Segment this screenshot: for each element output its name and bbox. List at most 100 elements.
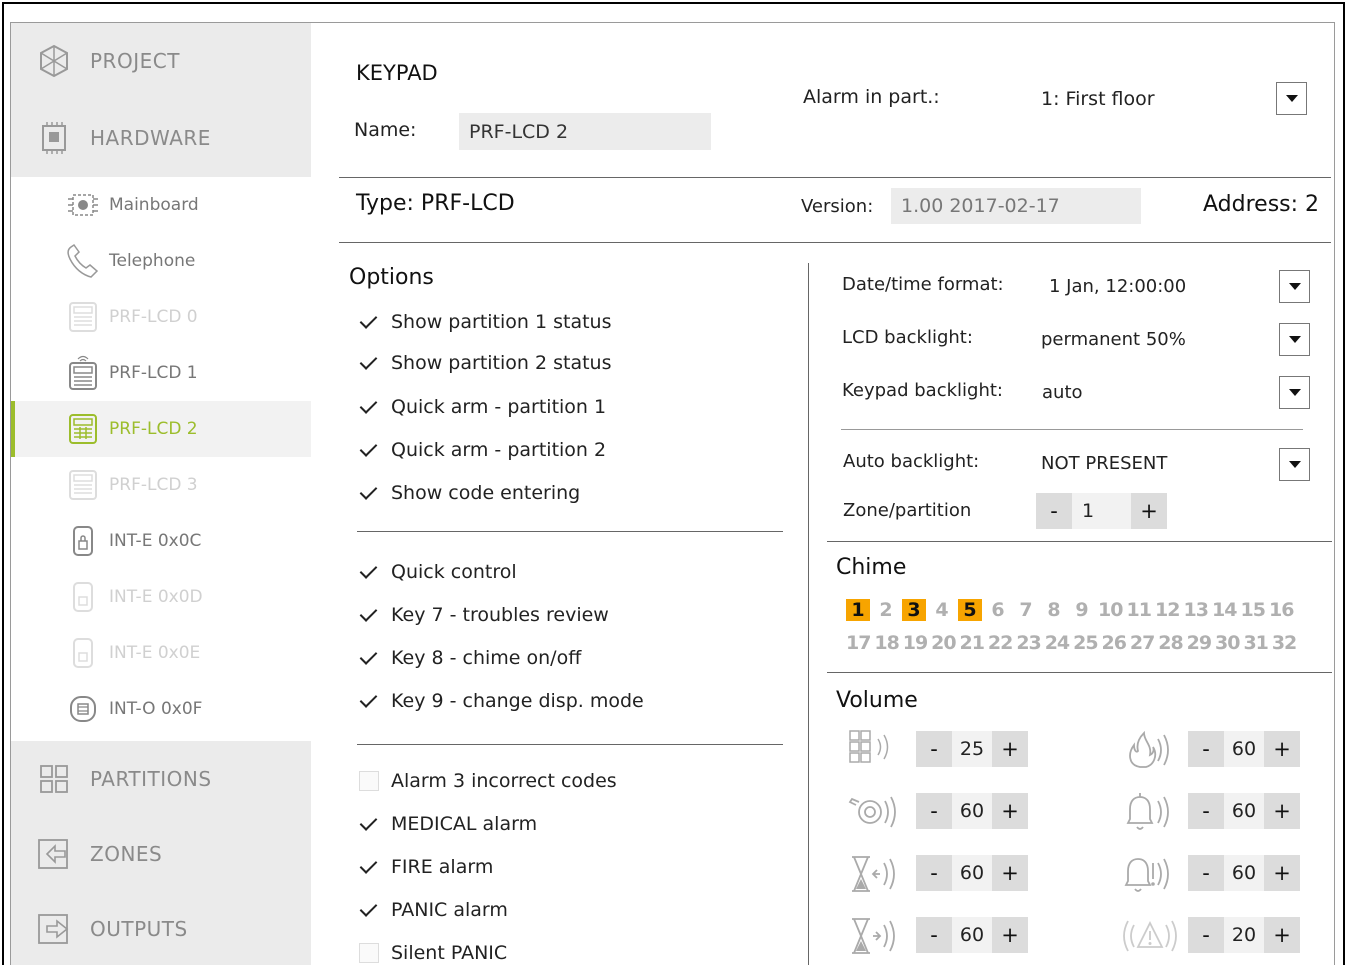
option-checkbox[interactable]: MEDICAL alarm [359,809,537,839]
date-format-dropdown[interactable] [1279,270,1310,303]
lcd-backlight-dropdown[interactable] [1279,323,1310,356]
chime-zone[interactable]: 24 [1043,632,1071,654]
chime-zone[interactable]: 2 [872,599,900,621]
increment-button[interactable]: + [992,731,1028,767]
option-checkbox[interactable]: Show code entering [359,478,580,508]
option-label: Key 7 - troubles review [391,604,609,626]
chime-zone[interactable]: 10 [1096,599,1125,621]
increment-button[interactable]: + [992,917,1028,953]
sidebar-item-label: INT-E 0x0E [109,643,201,663]
increment-button[interactable]: + [1264,917,1300,953]
option-checkbox[interactable]: Quick arm - partition 1 [359,392,606,422]
option-checkbox[interactable]: PANIC alarm [359,895,508,925]
sidebar-item-int-o-0x0f[interactable]: INT-O 0x0F [11,681,311,737]
increment-button[interactable]: + [1264,855,1300,891]
sidebar-item-int-e-0x0e[interactable]: INT-E 0x0E [11,625,311,681]
chime-zone[interactable]: 6 [984,599,1012,621]
chime-zone[interactable]: 28 [1156,632,1184,654]
chime-zone[interactable]: 29 [1185,632,1213,654]
option-checkbox[interactable]: Quick control [359,557,517,587]
keypad-backlight-dropdown[interactable] [1279,376,1310,409]
volume-value[interactable]: 60 [952,793,992,829]
sidebar-item-int-e-0x0c[interactable]: INT-E 0x0C [11,513,311,569]
chime-zone[interactable]: 19 [901,632,929,654]
chime-zone[interactable]: 30 [1213,632,1241,654]
option-label: PANIC alarm [391,899,508,921]
volume-value[interactable]: 60 [952,855,992,891]
chime-zone[interactable]: 23 [1014,632,1042,654]
increment-button[interactable]: + [992,855,1028,891]
chime-zone[interactable]: 21 [958,632,986,654]
volume-value[interactable]: 25 [952,731,992,767]
chime-zone[interactable]: 17 [844,632,872,654]
option-checkbox[interactable]: Show partition 2 status [359,348,612,378]
sidebar-item-mainboard[interactable]: Mainboard [11,177,311,233]
increment-button[interactable]: + [1131,493,1167,529]
sidebar-item-telephone[interactable]: Telephone [11,233,311,289]
auto-backlight-dropdown[interactable] [1279,448,1310,481]
option-checkbox[interactable]: Key 8 - chime on/off [359,643,581,673]
option-checkbox[interactable]: FIRE alarm [359,852,493,882]
sidebar-item-prf-lcd-2[interactable]: PRF-LCD 2 [11,401,311,457]
nav-partitions[interactable]: PARTITIONS [11,741,311,817]
nav-project[interactable]: PROJECT [11,23,311,99]
sidebar-item-prf-lcd-3[interactable]: PRF-LCD 3 [11,457,311,513]
increment-button[interactable]: + [992,793,1028,829]
decrement-button[interactable]: - [916,855,952,891]
version-field: 1.00 2017-02-17 [891,188,1141,224]
volume-value[interactable]: 60 [1224,793,1264,829]
option-label: Key 8 - chime on/off [391,647,582,669]
volume-value[interactable]: 60 [952,917,992,953]
option-checkbox[interactable]: Quick arm - partition 2 [359,435,606,465]
decrement-button[interactable]: - [1188,731,1224,767]
zone-partition-value[interactable]: 1 [1072,493,1131,529]
alarm-in-part-dropdown[interactable] [1276,82,1307,115]
increment-button[interactable]: + [1264,731,1300,767]
nav-zones[interactable]: ZONES [11,817,311,891]
keypad-backlight-value: auto [1042,382,1083,403]
chime-zone[interactable]: 8 [1040,599,1068,621]
sidebar-item-prf-lcd-0[interactable]: PRF-LCD 0 [11,289,311,345]
volume-value[interactable]: 60 [1224,731,1264,767]
decrement-button[interactable]: - [916,731,952,767]
decrement-button[interactable]: - [1188,917,1224,953]
nav-outputs[interactable]: OUTPUTS [11,891,311,965]
chime-zone[interactable]: 27 [1128,632,1156,654]
chime-zone[interactable]: 20 [929,632,957,654]
chime-zone[interactable]: 12 [1153,599,1182,621]
decrement-button[interactable]: - [1188,855,1224,891]
decrement-button[interactable]: - [916,793,952,829]
nav-hardware[interactable]: HARDWARE [11,99,311,177]
option-checkbox[interactable]: Key 9 - change disp. mode [359,686,644,716]
decrement-button[interactable]: - [1036,493,1072,529]
chime-zone[interactable]: 25 [1071,632,1099,654]
chime-zone[interactable]: 31 [1241,632,1269,654]
chime-zone[interactable]: 22 [986,632,1014,654]
chime-zone[interactable]: 16 [1267,599,1296,621]
option-checkbox[interactable]: Silent PANIC [359,938,507,965]
chime-zone[interactable]: 7 [1012,599,1040,621]
sidebar-item-prf-lcd-1[interactable]: PRF-LCD 1 [11,345,311,401]
increment-button[interactable]: + [1264,793,1300,829]
chime-zone[interactable]: 18 [872,632,900,654]
option-checkbox[interactable]: Show partition 1 status [359,307,612,337]
chime-zone[interactable]: 1 [846,599,870,621]
chime-zone[interactable]: 5 [958,599,982,621]
volume-value[interactable]: 60 [1224,855,1264,891]
option-checkbox[interactable]: Alarm 3 incorrect codes [359,766,617,796]
chime-zone[interactable]: 13 [1182,599,1211,621]
chime-zone[interactable]: 32 [1270,632,1298,654]
volume-value[interactable]: 20 [1224,917,1264,953]
chime-zone[interactable]: 9 [1068,599,1096,621]
option-checkbox[interactable]: Key 7 - troubles review [359,600,609,630]
chime-zone[interactable]: 15 [1239,599,1268,621]
name-field[interactable]: PRF-LCD 2 [459,113,711,150]
chime-zone[interactable]: 11 [1125,599,1154,621]
chime-zone[interactable]: 4 [928,599,956,621]
chime-zone[interactable]: 3 [902,599,926,621]
chime-zone[interactable]: 14 [1210,599,1239,621]
decrement-button[interactable]: - [916,917,952,953]
sidebar-item-int-e-0x0d[interactable]: INT-E 0x0D [11,569,311,625]
chime-zone[interactable]: 26 [1100,632,1128,654]
decrement-button[interactable]: - [1188,793,1224,829]
